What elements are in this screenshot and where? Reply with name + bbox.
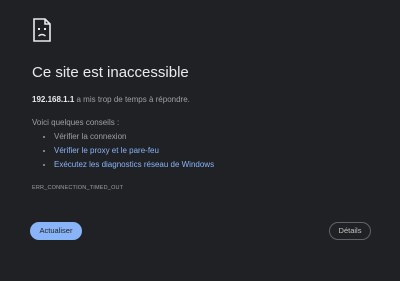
host-name: 192.168.1.1 bbox=[32, 95, 75, 104]
error-code: ERR_CONNECTION_TIMED_OUT bbox=[32, 185, 124, 191]
details-button[interactable]: Détails bbox=[329, 222, 371, 240]
tip-check-connection: Vérifier la connexion bbox=[54, 130, 372, 144]
run-diagnostics-link[interactable]: Exécutez les diagnostics réseau de Windo… bbox=[54, 160, 214, 169]
tips-list: Vérifier la connexion Vérifier le proxy … bbox=[32, 130, 372, 172]
page-title: Ce site est inaccessible bbox=[32, 64, 189, 81]
tip-check-connection-label: Vérifier la connexion bbox=[54, 132, 127, 141]
tips-label: Voici quelques conseils : bbox=[32, 118, 120, 127]
reload-button[interactable]: Actualiser bbox=[30, 222, 82, 240]
tip-run-diagnostics: Exécutez les diagnostics réseau de Windo… bbox=[54, 158, 372, 172]
sad-page-icon bbox=[33, 18, 51, 42]
error-description: 192.168.1.1 a mis trop de temps à répond… bbox=[32, 94, 372, 105]
error-page: Ce site est inaccessible 192.168.1.1 a m… bbox=[32, 18, 372, 192]
tip-check-proxy: Vérifier le proxy et le pare-feu bbox=[54, 144, 372, 158]
check-proxy-link[interactable]: Vérifier le proxy et le pare-feu bbox=[54, 146, 159, 155]
error-message: a mis trop de temps à répondre. bbox=[74, 95, 190, 104]
